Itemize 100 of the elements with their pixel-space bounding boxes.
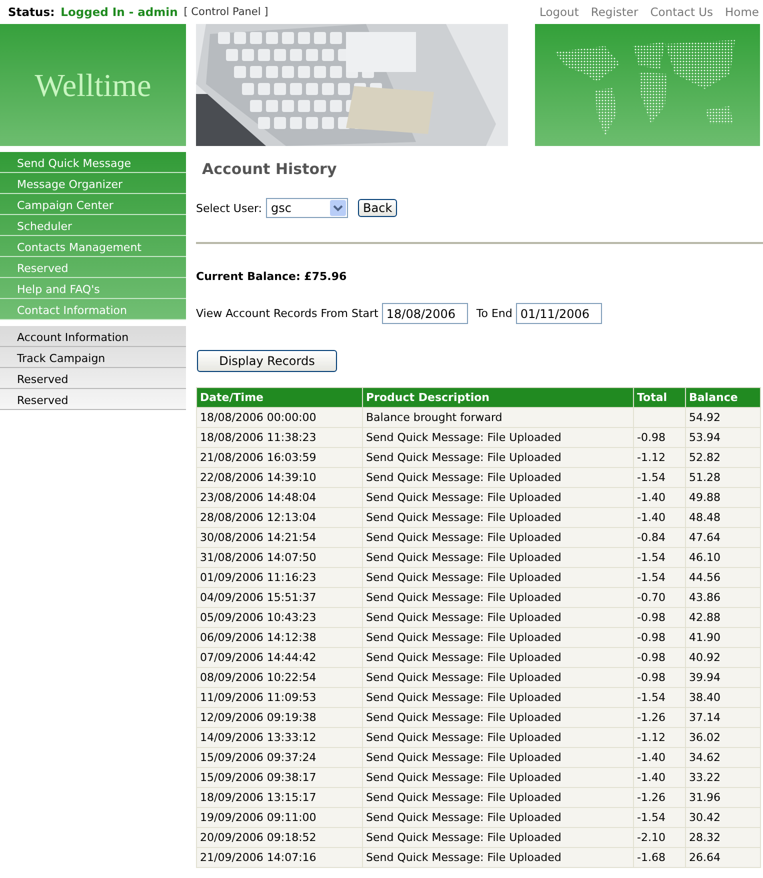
- top-nav-link[interactable]: Contact Us: [650, 5, 714, 19]
- display-records-button[interactable]: Display Records: [197, 350, 337, 372]
- table-cell: Send Quick Message: File Uploaded: [362, 768, 634, 788]
- table-cell: -0.70: [634, 588, 686, 608]
- table-cell: Send Quick Message: File Uploaded: [362, 708, 634, 728]
- table-cell: 11/09/2006 11:09:53: [196, 688, 362, 708]
- status-value: Logged In - admin: [60, 5, 178, 19]
- menu-item[interactable]: Reserved: [0, 257, 186, 278]
- table-cell: -1.40: [634, 768, 686, 788]
- menu-item[interactable]: Send Quick Message: [0, 152, 186, 173]
- menu-item[interactable]: Account Information: [0, 326, 186, 347]
- menu-item[interactable]: Scheduler: [0, 215, 186, 236]
- table-cell: Send Quick Message: File Uploaded: [362, 648, 634, 668]
- table-cell: Balance brought forward: [362, 408, 634, 428]
- table-cell: 18/08/2006 11:38:23: [196, 428, 362, 448]
- control-panel-link[interactable]: [ Control Panel ]: [184, 6, 268, 18]
- table-cell: 05/09/2006 10:43:23: [196, 608, 362, 628]
- table-cell: 20/09/2006 09:18:52: [196, 828, 362, 848]
- table-cell: 04/09/2006 15:51:37: [196, 588, 362, 608]
- table-cell: 08/09/2006 10:22:54: [196, 668, 362, 688]
- table-cell: Send Quick Message: File Uploaded: [362, 508, 634, 528]
- table-cell: 15/09/2006 09:38:17: [196, 768, 362, 788]
- table-cell: 39.94: [686, 668, 760, 688]
- table-cell: Send Quick Message: File Uploaded: [362, 688, 634, 708]
- end-date-field[interactable]: 01/11/2006: [516, 303, 602, 324]
- table-cell: -0.98: [634, 608, 686, 628]
- table-cell: Send Quick Message: File Uploaded: [362, 588, 634, 608]
- table-cell: 21/09/2006 14:07:16: [196, 848, 362, 868]
- top-nav-link[interactable]: Register: [590, 5, 638, 19]
- table-cell: 34.62: [686, 748, 760, 768]
- table-cell: -0.98: [634, 648, 686, 668]
- table-cell: -1.12: [634, 448, 686, 468]
- table-cell: 46.10: [686, 548, 760, 568]
- table-cell: 23/08/2006 14:48:04: [196, 488, 362, 508]
- table-cell: [634, 408, 686, 428]
- table-cell: -1.40: [634, 508, 686, 528]
- current-balance: Current Balance: £75.96: [196, 270, 348, 283]
- table-cell: 37.14: [686, 708, 760, 728]
- top-nav-link[interactable]: Home: [725, 5, 759, 19]
- menu-item[interactable]: Track Campaign: [0, 347, 186, 368]
- table-cell: 41.90: [686, 628, 760, 648]
- back-button[interactable]: Back: [358, 199, 398, 217]
- table-cell: -0.84: [634, 528, 686, 548]
- table-cell: Send Quick Message: File Uploaded: [362, 608, 634, 628]
- table-cell: 28.32: [686, 828, 760, 848]
- table-cell: Send Quick Message: File Uploaded: [362, 668, 634, 688]
- menu-item[interactable]: Campaign Center: [0, 194, 186, 215]
- table-cell: 30.42: [686, 808, 760, 828]
- table-cell: Send Quick Message: File Uploaded: [362, 628, 634, 648]
- table-cell: 49.88: [686, 488, 760, 508]
- table-cell: -1.26: [634, 788, 686, 808]
- table-cell: 31/08/2006 14:07:50: [196, 548, 362, 568]
- page-title: Account History: [202, 160, 338, 180]
- table-cell: 53.94: [686, 428, 760, 448]
- table-cell: 21/08/2006 16:03:59: [196, 448, 362, 468]
- table-cell: -2.10: [634, 828, 686, 848]
- menu-item[interactable]: Message Organizer: [0, 173, 186, 194]
- table-cell: -1.26: [634, 708, 686, 728]
- table-cell: Send Quick Message: File Uploaded: [362, 488, 634, 508]
- top-nav-link[interactable]: Logout: [539, 5, 579, 19]
- table-cell: 38.40: [686, 688, 760, 708]
- range-end-label: To End: [476, 307, 512, 320]
- menu-item[interactable]: Contacts Management: [0, 236, 186, 257]
- table-cell: 44.56: [686, 568, 760, 588]
- table-cell: Send Quick Message: File Uploaded: [362, 788, 634, 808]
- menu-item[interactable]: Reserved: [0, 389, 186, 410]
- table-cell: 42.88: [686, 608, 760, 628]
- table-cell: -1.40: [634, 488, 686, 508]
- table-cell: Send Quick Message: File Uploaded: [362, 428, 634, 448]
- table-cell: 18/09/2006 13:15:17: [196, 788, 362, 808]
- select-user-label: Select User:: [196, 202, 262, 214]
- table-cell: 26.64: [686, 848, 760, 868]
- table-cell: 01/09/2006 11:16:23: [196, 568, 362, 588]
- table-cell: 33.22: [686, 768, 760, 788]
- column-header: Total: [634, 388, 686, 408]
- table-cell: 22/08/2006 14:39:10: [196, 468, 362, 488]
- table-cell: 48.48: [686, 508, 760, 528]
- table-cell: -1.54: [634, 468, 686, 488]
- table-cell: 47.64: [686, 528, 760, 548]
- table-cell: 14/09/2006 13:33:12: [196, 728, 362, 748]
- table-cell: -1.54: [634, 548, 686, 568]
- menu-item[interactable]: Help and FAQ's: [0, 278, 186, 299]
- table-cell: 43.86: [686, 588, 760, 608]
- menu-item[interactable]: Contact Information: [0, 299, 186, 320]
- table-cell: 31.96: [686, 788, 760, 808]
- start-date-field[interactable]: 18/08/2006: [382, 303, 468, 324]
- table-cell: 18/08/2006 00:00:00: [196, 408, 362, 428]
- logo-text: Welltime: [34, 66, 152, 104]
- table-cell: 28/08/2006 12:13:04: [196, 508, 362, 528]
- table-cell: Send Quick Message: File Uploaded: [362, 528, 634, 548]
- column-header: Product Description: [362, 388, 634, 408]
- table-cell: 30/08/2006 14:21:54: [196, 528, 362, 548]
- column-header: Balance: [686, 388, 760, 408]
- table-cell: Send Quick Message: File Uploaded: [362, 748, 634, 768]
- table-cell: 12/09/2006 09:19:38: [196, 708, 362, 728]
- user-select[interactable]: gsc: [266, 198, 348, 218]
- table-cell: 36.02: [686, 728, 760, 748]
- table-cell: 52.82: [686, 448, 760, 468]
- table-cell: -0.98: [634, 628, 686, 648]
- menu-item[interactable]: Reserved: [0, 368, 186, 389]
